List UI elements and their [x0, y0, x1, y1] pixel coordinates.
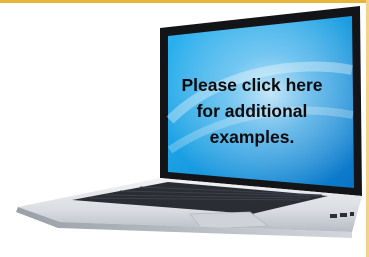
audio-port	[350, 212, 354, 216]
additional-examples-link[interactable]: Please click here for additional example…	[180, 66, 324, 156]
usb-port	[330, 214, 337, 218]
usb-port	[340, 213, 347, 217]
